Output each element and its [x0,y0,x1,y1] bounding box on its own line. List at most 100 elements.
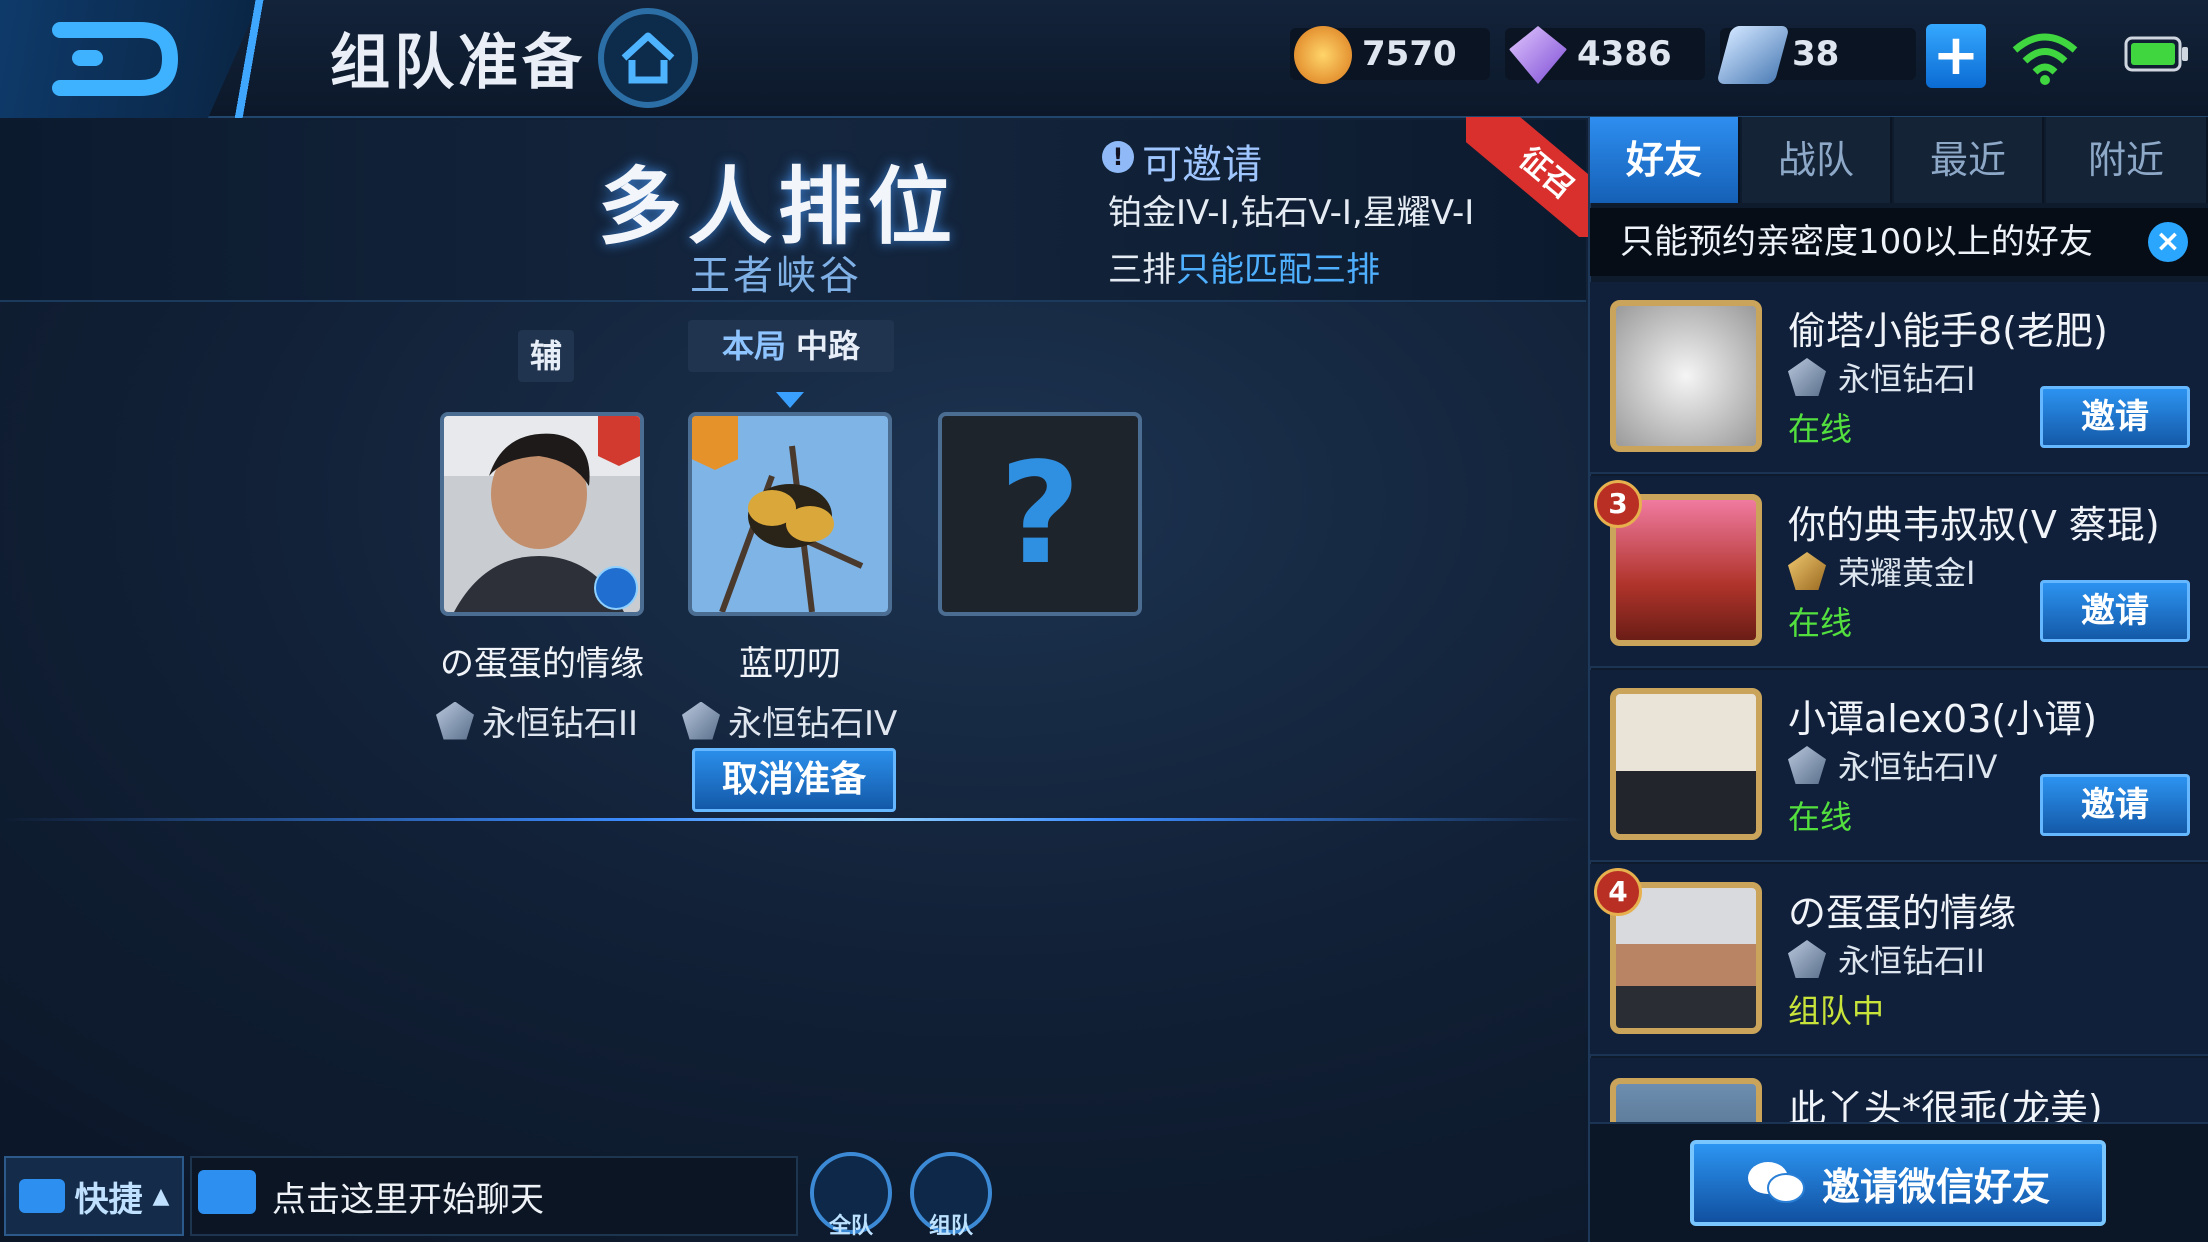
friend-name: 此丫头*很乖(龙美) [1788,1087,2103,1124]
chat-bubble-icon [198,1170,256,1214]
diamond-value: 4386 [1577,34,1672,74]
diamond-counter: 4386 [1505,26,1705,84]
recruit-ribbon: 征召 [1466,117,1596,237]
friend-rank: 荣耀黄金I [1788,548,1975,594]
selected-arrow-icon [776,392,804,408]
gold-coin-icon [1294,26,1352,84]
gold-counter: 7570 [1290,26,1490,84]
role-label: 中路 [796,327,861,365]
chat-input[interactable]: 点击这里开始聊天 [190,1156,798,1236]
home-icon [621,32,675,84]
friend-rank: 永恒钻石II [1788,936,1985,982]
ready-check-icon [692,416,738,470]
page-title: 组队准备 [330,28,586,98]
info-icon: ! [1102,141,1134,173]
friend-row: 此丫头*很乖(龙美) [1590,1058,2208,1124]
role-prefix: 本局 [721,327,786,365]
back-arrow-icon [52,22,179,96]
diamond-rank-icon [1788,358,1826,396]
quick-chat-button[interactable]: 快捷 ▲ [4,1156,184,1236]
friend-row: 偷塔小能手8(老肥) 永恒钻石I 在线 邀请 [1590,282,2208,474]
tab-friends[interactable]: 好友 [1590,117,1740,203]
diamond-rank-icon [682,701,720,740]
triple-prefix: 三排 [1108,250,1176,290]
friend-rank-label: 永恒钻石IV [1838,748,1998,786]
voice-all-button[interactable]: 全队 [810,1152,892,1239]
diamond-rank-icon [1788,940,1826,978]
invite-ranks: 铂金IV-I,钻石V-I,星耀V-I [1108,193,1475,233]
team-ready-screen: 组队准备 7570 4386 38 + 多人排位 王者峡谷 ! 可邀请 铂金IV… [0,0,2208,1242]
gold-rank-icon [1788,552,1826,590]
invite-button[interactable]: 邀请 [2040,580,2190,642]
friend-status: 在线 [1788,410,1853,448]
friend-rank: 永恒钻石IV [1788,742,1997,788]
diamond-icon [1509,26,1567,84]
tab-nearby[interactable]: 附近 [2046,117,2208,203]
question-mark-icon: ? [999,432,1081,596]
gold-value: 7570 [1362,34,1457,74]
player-slot-2[interactable] [688,412,892,616]
friend-rank: 永恒钻石I [1788,354,1975,400]
player-rank-label: 永恒钻石II [482,704,639,744]
friend-status: 在线 [1788,798,1853,836]
voice-team-button[interactable]: 组队 [910,1152,992,1239]
friend-rank-label: 荣耀黄金I [1838,554,1976,592]
player-rank: 永恒钻石II [436,696,638,745]
coupon-value: 38 [1792,34,1840,74]
friend-status: 组队中 [1788,992,1885,1030]
recruit-tag: 征召 [1466,117,1596,237]
wifi-icon [2012,33,2078,85]
friend-avatar [1610,1078,1762,1122]
wechat-icon [1747,1162,1805,1203]
friend-rank-label: 永恒钻石I [1838,360,1976,398]
friend-level-badge: 3 [1594,480,1642,528]
triple-rule: 三排只能匹配三排 [1108,242,1380,291]
friend-status: 在线 [1788,604,1853,642]
coupon-icon [1716,26,1790,84]
friend-name: 小谭alex03(小谭) [1788,697,2098,741]
invite-button[interactable]: 邀请 [2040,774,2190,836]
home-button[interactable] [598,8,698,108]
friend-row: 4 の蛋蛋的情缘 永恒钻石II 组队中 [1590,864,2208,1056]
house-badge-icon [598,416,640,466]
coupon-counter: 38 [1716,26,1916,84]
triple-rule-text: 只能匹配三排 [1176,250,1380,290]
invite-label: 可邀请 [1142,142,1262,188]
diamond-rank-icon [1788,746,1826,784]
quick-chat-label: 快捷 [74,1179,143,1220]
map-name: 王者峡谷 [690,253,862,299]
friend-rank-label: 永恒钻石II [1838,942,1985,980]
empty-slot[interactable]: ? [938,412,1142,616]
divider-glow [0,818,1586,821]
friend-name: 偷塔小能手8(老肥) [1788,309,2108,353]
role-tag-mid: 本局 中路 [688,320,894,372]
friend-avatar [1610,688,1762,840]
wechat-invite-label: 邀请微信好友 [1821,1164,2050,1209]
microphone-icon [594,566,638,610]
role-tag-support: 辅 [518,330,574,382]
intimacy-notice: 只能预约亲密度100以上的好友 [1590,208,2208,276]
tab-clan[interactable]: 战队 [1742,117,1892,203]
cancel-ready-button[interactable]: 取消准备 [692,748,896,812]
invite-wechat-button[interactable]: 邀请微信好友 [1690,1140,2106,1226]
player-rank-label: 永恒钻石IV [728,704,898,744]
friend-name: 你的典韦叔叔(V 蔡琨) [1788,503,2160,547]
close-icon[interactable]: × [2148,222,2188,262]
player-name: 蓝叨叨 [739,644,841,684]
friend-name: の蛋蛋的情缘 [1788,891,2017,935]
battery-icon [2124,36,2188,72]
friend-row: 3 你的典韦叔叔(V 蔡琨) 荣耀黄金I 在线 邀请 [1590,476,2208,668]
recharge-plus-button[interactable]: + [1926,24,1986,88]
chevron-up-icon: ▲ [152,1183,170,1209]
player-rank: 永恒钻石IV [682,696,897,745]
invite-button[interactable]: 邀请 [2040,386,2190,448]
friend-level-badge: 4 [1594,868,1642,916]
tab-recent[interactable]: 最近 [1894,117,2044,203]
player-name: の蛋蛋的情缘 [440,644,644,684]
chat-bubble-icon [18,1179,65,1213]
player-slot-1[interactable] [440,412,644,616]
diamond-rank-icon [436,701,474,740]
header-divider [198,0,308,118]
friend-row: 小谭alex03(小谭) 永恒钻石IV 在线 邀请 [1590,670,2208,862]
friend-avatar [1610,300,1762,452]
